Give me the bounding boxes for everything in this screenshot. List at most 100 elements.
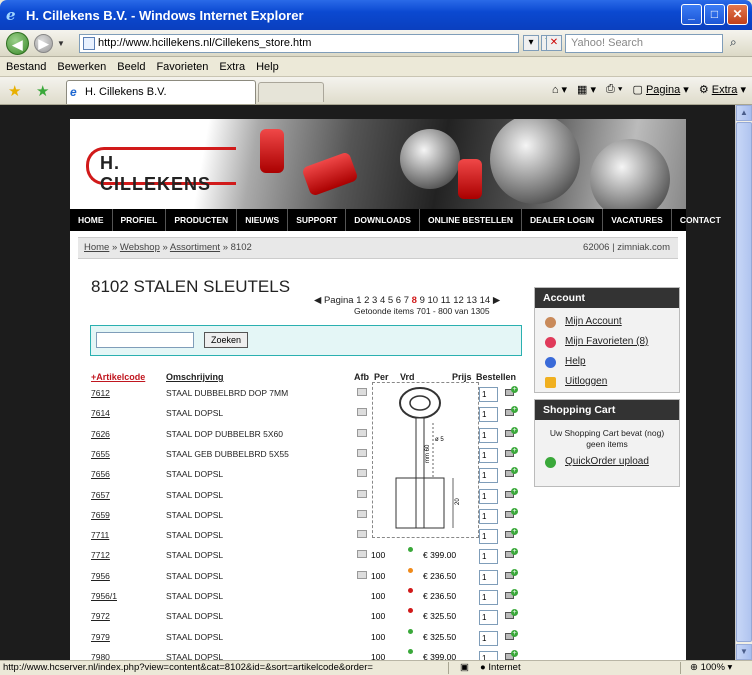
- scroll-down-button[interactable]: ▼: [736, 644, 752, 660]
- stop-icon[interactable]: ✕: [546, 35, 562, 51]
- add-to-cart-icon[interactable]: +: [505, 507, 518, 521]
- image-icon[interactable]: [357, 448, 367, 457]
- page-links-after[interactable]: 9 10 11 12 13 14: [420, 295, 491, 306]
- quantity-input[interactable]: 1: [479, 488, 498, 504]
- image-icon[interactable]: [357, 509, 367, 518]
- quantity-input[interactable]: 1: [479, 569, 498, 585]
- extra-menu[interactable]: ⚙ Extra ▾: [699, 83, 746, 96]
- favorites-star-icon[interactable]: ★: [8, 82, 21, 100]
- logout-link[interactable]: Uitloggen: [535, 372, 679, 392]
- quantity-input[interactable]: 1: [479, 387, 498, 402]
- search-icon[interactable]: ⌕: [730, 35, 737, 50]
- image-icon[interactable]: [357, 570, 367, 579]
- my-favorites-link[interactable]: Mijn Favorieten (8): [535, 332, 679, 352]
- nav-support[interactable]: SUPPORT: [288, 209, 347, 231]
- menu-beeld[interactable]: Beeld: [117, 61, 145, 73]
- quantity-input[interactable]: 1: [479, 468, 498, 484]
- menu-bewerken[interactable]: Bewerken: [57, 61, 106, 73]
- add-to-cart-icon[interactable]: +: [505, 568, 518, 582]
- add-to-cart-icon[interactable]: +: [505, 589, 518, 602]
- article-code-link[interactable]: 7980: [91, 652, 110, 660]
- nav-profiel[interactable]: PROFIEL: [113, 209, 167, 231]
- page-links-before[interactable]: 1 2 3 4 5 6 7: [356, 295, 409, 306]
- menu-bestand[interactable]: Bestand: [6, 61, 46, 73]
- article-code-link[interactable]: 7712: [91, 550, 110, 560]
- search-button[interactable]: Zoeken: [204, 332, 248, 348]
- nav-online-bestellen[interactable]: ONLINE BESTELLEN: [420, 209, 522, 231]
- image-icon[interactable]: [357, 428, 367, 437]
- add-to-cart-icon[interactable]: +: [505, 426, 518, 440]
- quantity-input[interactable]: 1: [479, 590, 498, 605]
- quickorder-upload-link[interactable]: QuickOrder upload: [535, 452, 679, 472]
- menu-help[interactable]: Help: [256, 61, 279, 73]
- nav-downloads[interactable]: DOWNLOADS: [346, 209, 420, 231]
- add-to-cart-icon[interactable]: +: [505, 446, 518, 460]
- image-icon[interactable]: [357, 469, 367, 478]
- vertical-scrollbar[interactable]: ▲ ▼: [735, 105, 752, 660]
- nav-nieuws[interactable]: NIEUWS: [237, 209, 289, 231]
- article-code-link[interactable]: 7614: [91, 408, 110, 418]
- nav-dealer-login[interactable]: DEALER LOGIN: [522, 209, 604, 231]
- logo[interactable]: H. CILLEKENS: [86, 147, 236, 194]
- article-code-link[interactable]: 7626: [91, 429, 110, 439]
- add-to-cart-icon[interactable]: +: [505, 629, 518, 643]
- col-omschrijving[interactable]: Omschrijving: [166, 372, 224, 382]
- article-code-link[interactable]: 7972: [91, 611, 110, 621]
- quantity-input[interactable]: 1: [479, 529, 498, 545]
- url-dropdown-icon[interactable]: ▾: [523, 35, 539, 51]
- breadcrumb-assortiment[interactable]: Assortiment: [170, 242, 220, 253]
- tab-cillekens[interactable]: e H. Cillekens B.V.: [66, 80, 256, 104]
- add-to-cart-icon[interactable]: +: [505, 406, 518, 419]
- image-icon[interactable]: [357, 550, 367, 559]
- add-to-cart-icon[interactable]: +: [505, 386, 518, 399]
- article-code-link[interactable]: 7956/1: [91, 591, 117, 601]
- add-to-cart-icon[interactable]: +: [505, 528, 518, 541]
- quantity-input[interactable]: 1: [479, 427, 498, 443]
- print-icon[interactable]: ⎙ ▾: [606, 83, 622, 96]
- quantity-input[interactable]: 1: [479, 508, 498, 524]
- quantity-input[interactable]: 1: [479, 549, 498, 565]
- close-button[interactable]: ✕: [727, 4, 748, 25]
- quantity-input[interactable]: 1: [479, 407, 498, 423]
- article-code-link[interactable]: 7656: [91, 469, 110, 479]
- url-field[interactable]: http://www.hcillekens.nl/Cillekens_store…: [79, 34, 519, 53]
- forward-button[interactable]: ▶: [34, 34, 53, 53]
- add-favorite-icon[interactable]: ★: [36, 82, 49, 100]
- feeds-icon[interactable]: ▦ ▾: [577, 83, 596, 96]
- col-artikelcode[interactable]: +Artikelcode: [91, 372, 145, 382]
- nav-producten[interactable]: PRODUCTEN: [166, 209, 238, 231]
- add-to-cart-icon[interactable]: +: [505, 609, 518, 622]
- article-code-link[interactable]: 7979: [91, 632, 110, 642]
- article-code-link[interactable]: 7956: [91, 571, 110, 581]
- help-link[interactable]: Help: [535, 352, 679, 372]
- add-to-cart-icon[interactable]: +: [505, 649, 518, 660]
- image-icon[interactable]: [357, 388, 367, 396]
- add-to-cart-icon[interactable]: +: [505, 487, 518, 501]
- maximize-button[interactable]: □: [704, 4, 725, 25]
- zoom-level[interactable]: ⊕ 100% ▾: [690, 661, 732, 675]
- back-button[interactable]: ◀: [6, 32, 29, 55]
- menu-extra[interactable]: Extra: [219, 61, 245, 73]
- image-icon[interactable]: [357, 408, 367, 417]
- minimize-button[interactable]: _: [681, 4, 702, 25]
- home-icon[interactable]: ⌂ ▾: [552, 83, 567, 96]
- image-icon[interactable]: [357, 489, 367, 498]
- add-to-cart-icon[interactable]: +: [505, 548, 518, 561]
- new-tab-button[interactable]: [258, 82, 324, 102]
- article-code-link[interactable]: 7657: [91, 490, 110, 500]
- prev-page-icon[interactable]: ◀: [314, 295, 321, 306]
- scroll-thumb[interactable]: [736, 122, 752, 642]
- my-account-link[interactable]: Mijn Account: [535, 312, 679, 332]
- nav-contact[interactable]: CONTACT: [672, 209, 729, 231]
- quantity-input[interactable]: 1: [479, 610, 498, 626]
- scroll-up-button[interactable]: ▲: [736, 105, 752, 121]
- quantity-input[interactable]: 1: [479, 650, 498, 660]
- page-menu[interactable]: ▢ Pagina ▾: [633, 83, 689, 96]
- article-code-link[interactable]: 7711: [91, 530, 109, 540]
- image-icon[interactable]: [357, 530, 367, 539]
- menu-favorieten[interactable]: Favorieten: [156, 61, 208, 73]
- next-page-icon[interactable]: ▶: [493, 295, 500, 306]
- nav-home[interactable]: HOME: [70, 209, 113, 231]
- add-to-cart-icon[interactable]: +: [505, 467, 518, 480]
- history-dropdown-icon[interactable]: ▼: [57, 39, 65, 48]
